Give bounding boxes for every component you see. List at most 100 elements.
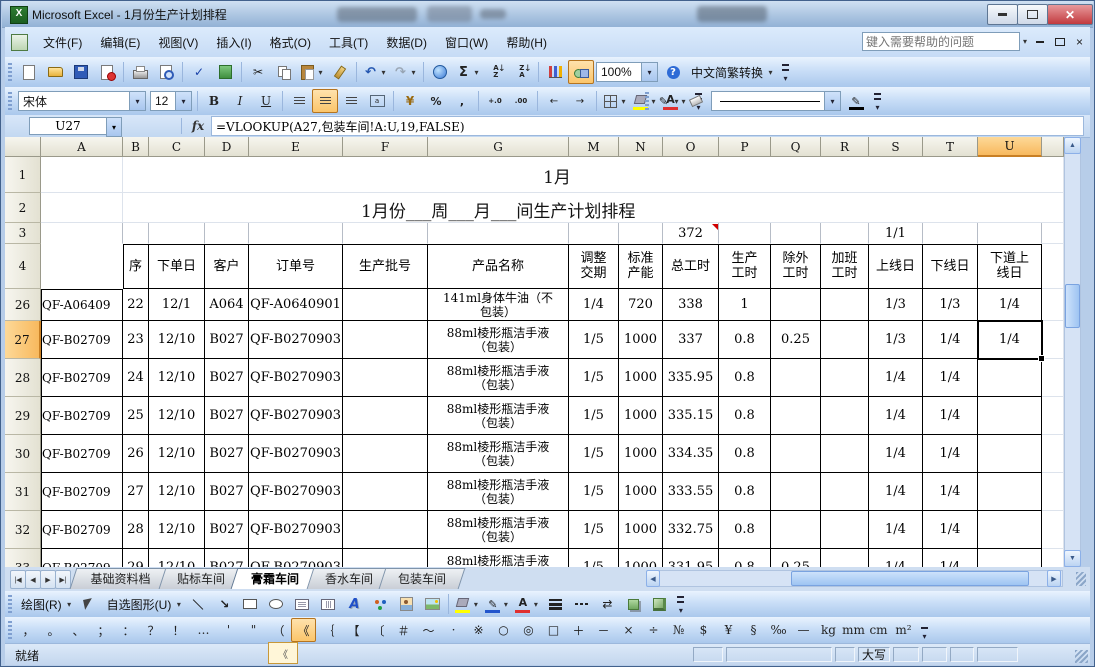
cell-N30[interactable]: 1000 [619, 435, 663, 473]
select-objects-button[interactable] [76, 592, 102, 616]
cell-G26[interactable]: 141ml身体牛油（不 包装） [428, 289, 569, 321]
cell-D2[interactable] [205, 193, 249, 223]
cell-A1[interactable] [41, 157, 123, 193]
cell-S2[interactable] [869, 193, 923, 223]
cell-Q30[interactable] [771, 435, 821, 473]
cell-filler-29[interactable] [1042, 397, 1064, 435]
cell-O27[interactable]: 337 [663, 321, 719, 359]
zoom-dropdown-icon[interactable]: ▾ [641, 63, 657, 81]
shape-fill-color-button[interactable]: ▾ [452, 592, 482, 616]
insert-wordart-button[interactable]: A [341, 592, 367, 616]
cell-S30[interactable]: 1/4 [869, 435, 923, 473]
cell-filler-31[interactable] [1042, 473, 1064, 511]
cell-N26[interactable]: 720 [619, 289, 663, 321]
row-header-26[interactable]: 26 [5, 289, 41, 321]
symbol-toolbar-grip[interactable] [8, 621, 12, 639]
cell-D32[interactable]: B027 [205, 511, 249, 549]
column-header-F[interactable]: F [343, 137, 428, 157]
symbol-button-7[interactable]: … [191, 618, 216, 642]
cell-F31[interactable] [343, 473, 428, 511]
cell-C4[interactable]: 下单日 [149, 244, 205, 289]
symbol-button-19[interactable]: ○ [491, 618, 516, 642]
cell-S4[interactable]: 上线日 [869, 244, 923, 289]
symbol-button-29[interactable]: § [741, 618, 766, 642]
print-preview-button[interactable] [153, 60, 179, 84]
cell-P31[interactable]: 0.8 [719, 473, 771, 511]
horizontal-scroll-right-button[interactable]: ▶ [1047, 570, 1061, 587]
column-header-A[interactable]: A [41, 137, 123, 157]
cell-filler-28[interactable] [1042, 359, 1064, 397]
cell-U29[interactable] [978, 397, 1042, 435]
erase-border-button[interactable] [683, 89, 709, 113]
cell-G33[interactable]: 88ml棱形瓶洁手液 （包装） [428, 549, 569, 567]
symbol-button-22[interactable]: ＋ [566, 618, 591, 642]
cell-M32[interactable]: 1/5 [569, 511, 619, 549]
chinese-conversion-dropdown-icon[interactable]: ▾ [766, 68, 775, 77]
cell-D33[interactable]: B027 [205, 549, 249, 567]
line-style-combo[interactable]: ▾ [711, 91, 841, 111]
cell-B4[interactable]: 序 [123, 244, 149, 289]
column-header-N[interactable]: N [619, 137, 663, 157]
sheet-tab-香水车间[interactable]: 香水车间 [310, 568, 388, 589]
symbol-button-8[interactable]: ' [216, 618, 241, 642]
cell-B3[interactable] [123, 223, 149, 244]
insert-arrow-button[interactable]: ↘ [211, 592, 237, 616]
cell-S1[interactable] [869, 157, 923, 193]
cell-R26[interactable] [821, 289, 869, 321]
cell-C30[interactable]: 12/10 [149, 435, 205, 473]
cell-D30[interactable]: B027 [205, 435, 249, 473]
sheet-tab-包装车间[interactable]: 包装车间 [382, 568, 462, 589]
workbook-close-button[interactable]: × [1071, 33, 1088, 50]
cell-F26[interactable] [343, 289, 428, 321]
autosum-dropdown-icon[interactable]: ▾ [472, 68, 481, 77]
row-header-3[interactable]: 3 [5, 223, 41, 244]
cell-F4[interactable]: 生产批号 [343, 244, 428, 289]
decrease-indent-button[interactable]: ← [541, 89, 567, 113]
workbook-minimize-button[interactable] [1031, 33, 1048, 50]
symbol-button-14[interactable]: 〔 [366, 618, 391, 642]
menu-item-4[interactable]: 格式(O) [261, 31, 320, 54]
cell-D31[interactable]: B027 [205, 473, 249, 511]
column-header-R[interactable]: R [821, 137, 869, 157]
cell-P3[interactable] [719, 223, 771, 244]
borders-toolbar-grip[interactable] [645, 92, 649, 110]
cell-C3[interactable] [149, 223, 205, 244]
column-header-G[interactable]: G [428, 137, 569, 157]
cell-E26[interactable]: QF-A0640901 [249, 289, 343, 321]
cell-Q29[interactable] [771, 397, 821, 435]
symbol-button-24[interactable]: × [616, 618, 641, 642]
cell-N27[interactable]: 1000 [619, 321, 663, 359]
symbol-button-21[interactable]: □ [541, 618, 566, 642]
shape-line-color-button[interactable]: ✎▾ [482, 592, 512, 616]
copy-button[interactable] [271, 60, 297, 84]
cell-A28[interactable]: QF-B02709 [41, 359, 123, 397]
symbol-button-28[interactable]: ¥ [716, 618, 741, 642]
column-header-Q[interactable]: Q [771, 137, 821, 157]
cell-B2[interactable] [123, 193, 149, 223]
cell-B32[interactable]: 28 [123, 511, 149, 549]
cell-N4[interactable]: 标准 产能 [619, 244, 663, 289]
symbol-button-33[interactable]: mm [841, 618, 866, 642]
shape-font-color-dropdown-icon[interactable]: ▾ [531, 600, 540, 609]
cell-C28[interactable]: 12/10 [149, 359, 205, 397]
cell-U4[interactable]: 下道上 线日 [978, 244, 1042, 289]
cell-T33[interactable]: 1/4 [923, 549, 978, 567]
row-header-31[interactable]: 31 [5, 473, 41, 511]
chart-wizard-button[interactable] [542, 60, 568, 84]
align-center-button[interactable] [312, 89, 338, 113]
cell-R3[interactable] [821, 223, 869, 244]
cell-C27[interactable]: 12/10 [149, 321, 205, 359]
maximize-button[interactable] [1017, 4, 1048, 25]
cell-Q4[interactable]: 除外 工时 [771, 244, 821, 289]
cell-O32[interactable]: 332.75 [663, 511, 719, 549]
cell-R29[interactable] [821, 397, 869, 435]
cell-F27[interactable] [343, 321, 428, 359]
cell-R32[interactable] [821, 511, 869, 549]
cell-F29[interactable] [343, 397, 428, 435]
cell-G31[interactable]: 88ml棱形瓶洁手液 （包装） [428, 473, 569, 511]
cell-G30[interactable]: 88ml棱形瓶洁手液 （包装） [428, 435, 569, 473]
cell-S29[interactable]: 1/4 [869, 397, 923, 435]
name-box-dropdown-icon[interactable]: ▾ [106, 117, 122, 137]
cell-O4[interactable]: 总工时 [663, 244, 719, 289]
cell-U30[interactable] [978, 435, 1042, 473]
